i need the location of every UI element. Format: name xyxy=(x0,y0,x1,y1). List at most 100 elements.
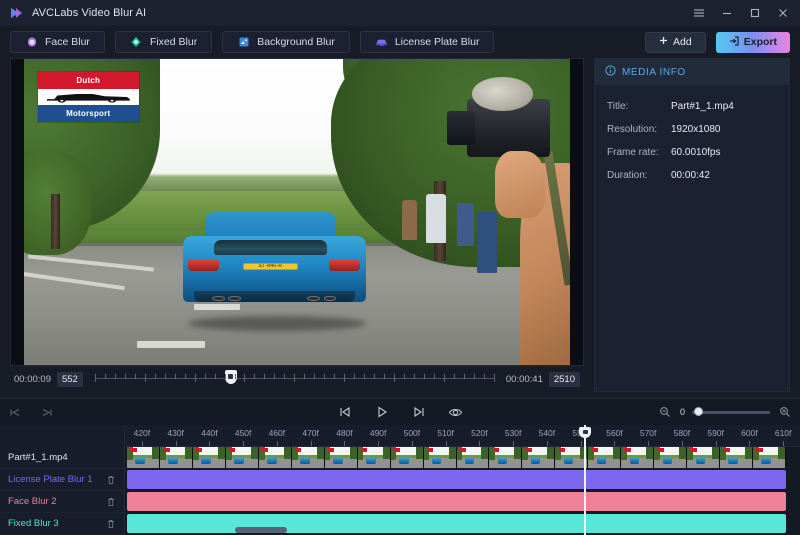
jump-to-start-icon[interactable] xyxy=(8,405,23,420)
tab-face-blur[interactable]: Face Blur xyxy=(10,31,105,53)
license-plate-blur-icon xyxy=(375,36,388,49)
scrub-tick xyxy=(354,374,356,379)
fixed-blur-icon xyxy=(130,36,143,49)
timeline-body: Part#1_1.mp4 License Plate Blur 1 Face B… xyxy=(0,425,800,535)
ruler-tick xyxy=(411,441,413,446)
media-info-title: MEDIA INFO xyxy=(622,66,686,78)
exhaust-pipe xyxy=(307,295,320,301)
scrub-tick xyxy=(424,374,426,379)
timeline-ruler[interactable]: 420f 430f 440f 450f 460f 470f 480f 490f 500f 510f… xyxy=(125,425,800,447)
track-name-face-blur-2[interactable]: Face Blur 2 xyxy=(0,491,124,513)
video-filmstrip[interactable] xyxy=(127,447,786,468)
scrub-tick xyxy=(194,374,196,382)
timeline-tracks[interactable]: 420f 430f 440f 450f 460f 470f 480f 490f 500f 510f… xyxy=(125,425,800,535)
info-row-resolution: Resolution: 1920x1080 xyxy=(595,118,789,141)
add-button[interactable]: Add xyxy=(645,31,706,53)
timeline-toolbar: 0 xyxy=(0,399,800,425)
track-row-face-blur[interactable] xyxy=(125,491,800,513)
scrub-tick xyxy=(124,374,126,379)
face-blur-icon xyxy=(25,36,38,49)
eye-preview-icon[interactable] xyxy=(448,405,463,420)
ruler-tick xyxy=(310,441,312,446)
tail-light-left xyxy=(188,259,220,271)
end-frame-chip[interactable]: 2510 xyxy=(548,371,580,387)
end-time-label: 00:00:41 xyxy=(505,373,543,385)
ruler-tick xyxy=(715,441,717,446)
preview-scrubber: 00:00:09 552 00:00:41 2510 xyxy=(10,366,584,392)
timeline-playhead-knob[interactable] xyxy=(579,427,591,438)
trash-icon[interactable] xyxy=(105,518,116,529)
ruler-tick-label: 420f xyxy=(133,428,151,438)
timeline-scrollbar-thumb[interactable] xyxy=(235,527,287,533)
watermark-top-text: Dutch xyxy=(37,72,139,90)
app-window: AVCLabs Video Blur AI Face Blur Fixed Bl… xyxy=(0,0,800,535)
app-title: AVCLabs Video Blur AI xyxy=(32,7,147,19)
export-button[interactable]: Export xyxy=(715,31,790,53)
filmstrip-thumbnail xyxy=(456,447,490,468)
hamburger-menu-icon[interactable] xyxy=(692,6,706,20)
scrub-tick xyxy=(324,374,326,379)
scrub-tick xyxy=(284,374,286,379)
operator-hand xyxy=(494,150,546,219)
ruler-tick-label: 460f xyxy=(268,428,286,438)
scrub-tick xyxy=(134,374,136,379)
scrub-tick xyxy=(483,374,485,379)
ruler-tick-label: 470f xyxy=(302,428,319,438)
plus-icon xyxy=(659,36,668,48)
track-row-license-plate-blur[interactable] xyxy=(125,469,800,491)
camcorder-lens xyxy=(447,111,475,145)
filmstrip-thumbnail xyxy=(621,447,655,468)
play-icon[interactable] xyxy=(374,405,389,420)
info-row-duration: Duration: 00:00:42 xyxy=(595,164,789,187)
trash-icon[interactable] xyxy=(105,474,116,485)
timeline-scrollbar[interactable] xyxy=(125,526,800,535)
timeline-playhead[interactable] xyxy=(579,425,591,535)
zoom-in-icon[interactable] xyxy=(777,405,792,420)
filmstrip-thumbnail xyxy=(687,447,721,468)
track-name-fixed-blur-3[interactable]: Fixed Blur 3 xyxy=(0,513,124,535)
ruler-tick xyxy=(749,441,751,446)
ruler-tick xyxy=(378,441,380,446)
window-controls xyxy=(692,6,792,20)
tab-fixed-blur[interactable]: Fixed Blur xyxy=(114,31,213,53)
export-icon xyxy=(729,35,739,49)
close-icon[interactable] xyxy=(776,6,790,20)
video-preview[interactable]: ST-840-R Dutch Motorsport xyxy=(10,58,584,366)
previous-frame-icon[interactable] xyxy=(337,405,352,420)
scrub-tick xyxy=(214,374,216,379)
tab-background-blur[interactable]: Background Blur xyxy=(222,31,350,53)
tab-license-plate-blur[interactable]: License Plate Blur xyxy=(359,31,495,53)
zoom-out-icon[interactable] xyxy=(658,405,673,420)
trash-icon[interactable] xyxy=(105,496,116,507)
track-name-video[interactable]: Part#1_1.mp4 xyxy=(0,447,124,469)
next-frame-icon[interactable] xyxy=(411,405,426,420)
clip-license-plate-blur[interactable] xyxy=(127,470,786,489)
track-name-header xyxy=(0,425,124,447)
clip-face-blur[interactable] xyxy=(127,492,786,511)
track-name-license-plate-blur-1[interactable]: License Plate Blur 1 xyxy=(0,469,124,491)
track-row-video[interactable] xyxy=(125,447,800,469)
timeline-nav-icons xyxy=(8,405,54,420)
info-row-framerate: Frame rate: 60.0010fps xyxy=(595,141,789,164)
app-logo-icon xyxy=(8,5,24,21)
playback-controls xyxy=(337,405,463,420)
ruler-tick xyxy=(344,441,346,446)
zoom-slider-thumb[interactable] xyxy=(694,407,703,416)
tree-trunk xyxy=(51,193,61,249)
scrub-tick xyxy=(443,374,445,382)
jump-to-end-icon[interactable] xyxy=(39,405,54,420)
scrub-tick xyxy=(304,374,306,379)
filmstrip-thumbnail xyxy=(127,447,160,468)
car-body: ST-840-R xyxy=(182,235,366,302)
scrub-tick xyxy=(144,374,146,382)
scrub-ruler[interactable] xyxy=(94,370,495,386)
zoom-slider[interactable] xyxy=(692,407,770,416)
start-frame-chip[interactable]: 552 xyxy=(56,371,83,387)
tab-label: License Plate Blur xyxy=(394,36,480,48)
maximize-icon[interactable] xyxy=(748,6,762,20)
scrub-tick xyxy=(294,374,296,382)
scrub-tick xyxy=(473,374,475,379)
minimize-icon[interactable] xyxy=(720,6,734,20)
media-info-header: MEDIA INFO xyxy=(595,59,789,85)
filmstrip-thumbnail xyxy=(225,447,259,468)
